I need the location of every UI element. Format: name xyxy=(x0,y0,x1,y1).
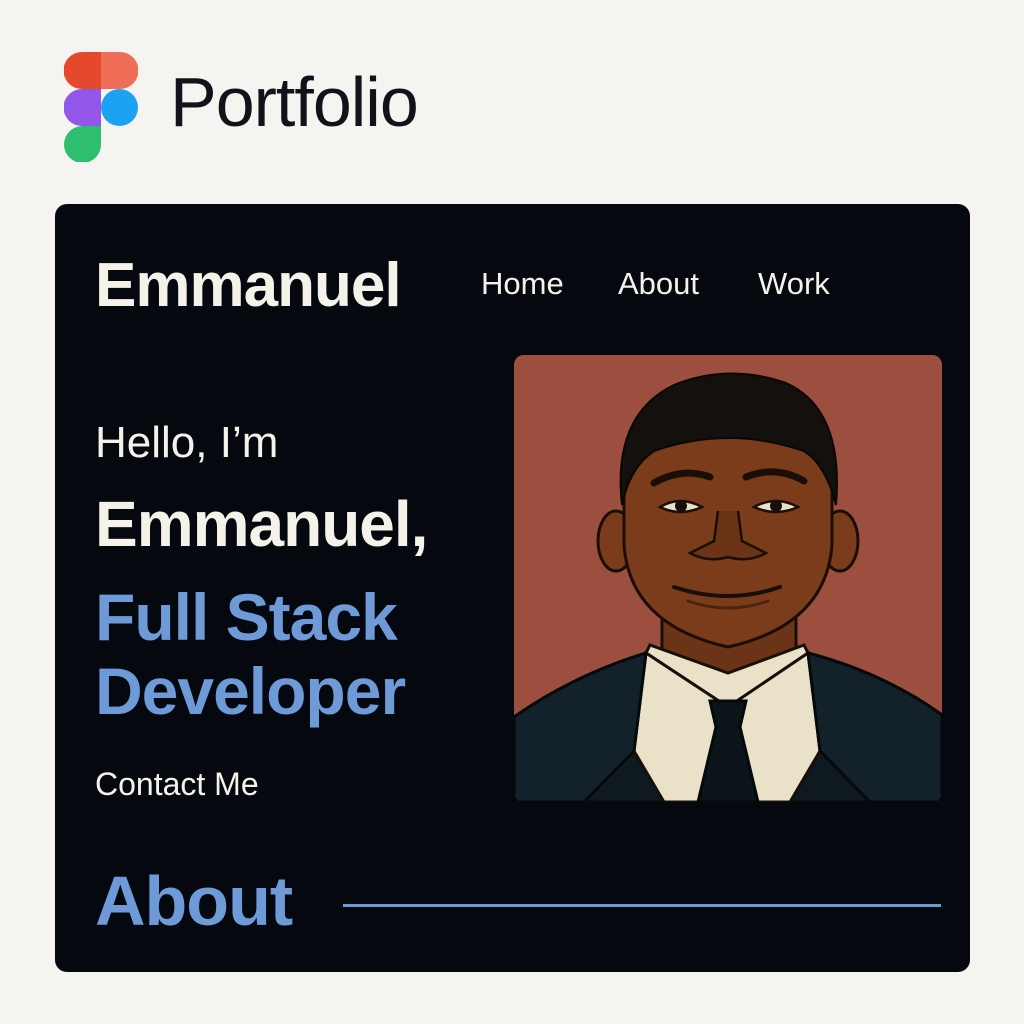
hero-role-line-2: Developer xyxy=(95,654,406,728)
app-title: Portfolio xyxy=(170,63,419,141)
portfolio-preview: Emmanuel Home About Work Hello, I’m Emma… xyxy=(55,204,970,972)
section-divider xyxy=(343,904,941,907)
page: Portfolio Emmanuel Home About Work Hello… xyxy=(0,0,1024,1024)
section-title-about: About xyxy=(95,862,293,940)
contact-me-link[interactable]: Contact Me xyxy=(95,764,259,804)
hero-name: Emmanuel, xyxy=(95,488,428,560)
site-brand[interactable]: Emmanuel xyxy=(95,250,402,322)
figma-logo-icon xyxy=(64,52,138,162)
avatar-portrait xyxy=(514,355,942,802)
nav-link-about[interactable]: About xyxy=(618,264,699,304)
hero-role: Full Stack Developer xyxy=(95,580,535,728)
hero-role-line-1: Full Stack xyxy=(95,580,398,654)
nav-link-work[interactable]: Work xyxy=(758,264,830,304)
portrait-illustration xyxy=(514,355,942,802)
hero-greeting: Hello, I’m xyxy=(95,418,279,467)
nav-link-home[interactable]: Home xyxy=(481,264,564,304)
